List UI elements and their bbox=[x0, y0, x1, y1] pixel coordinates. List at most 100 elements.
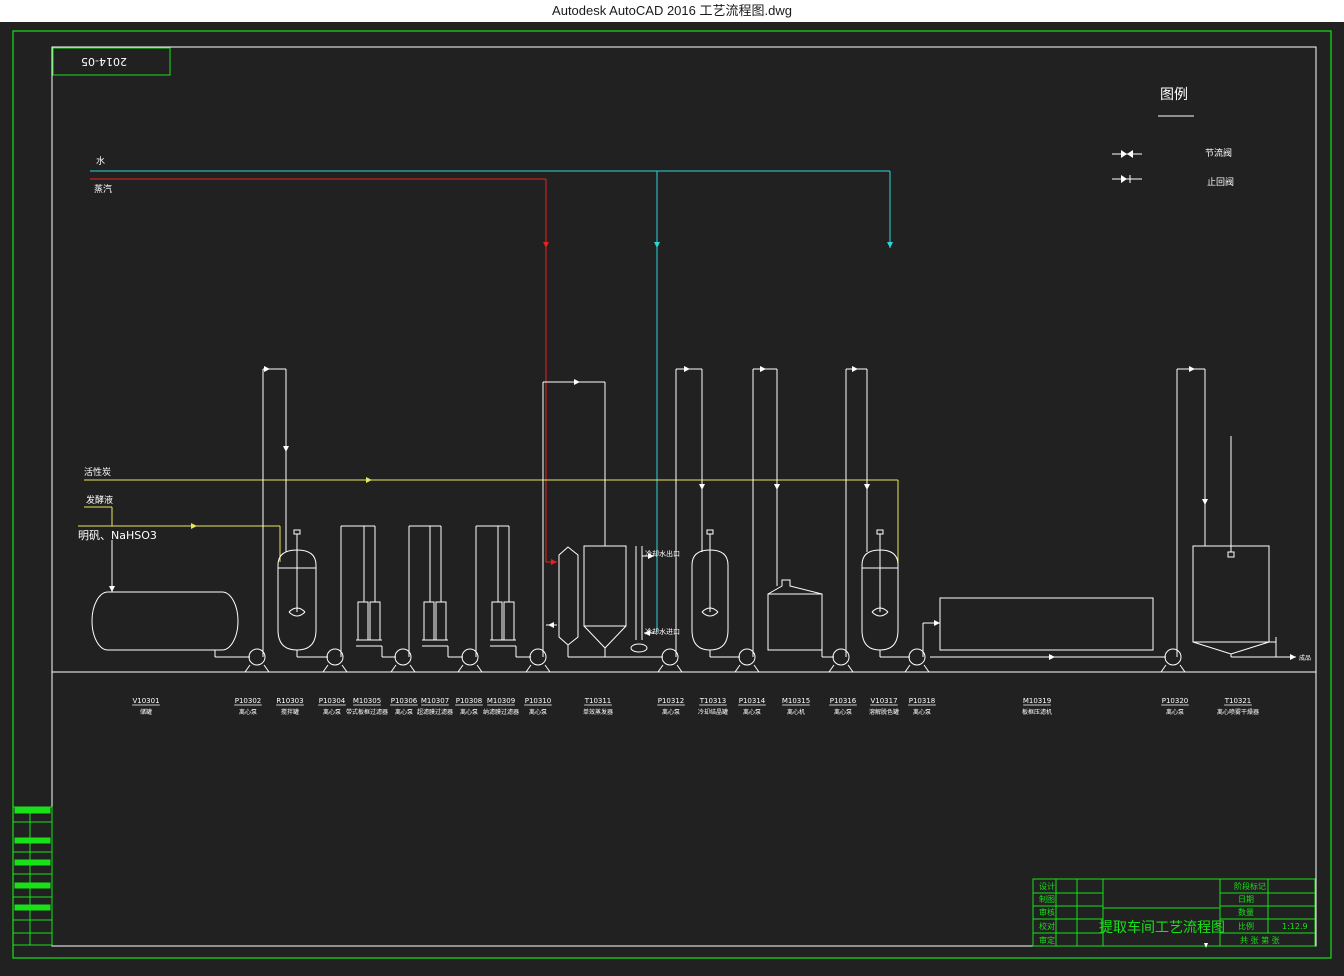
equipment-desc-label: 离心泵 bbox=[662, 708, 680, 716]
spray-dryer-t10321 bbox=[1192, 436, 1296, 660]
equipment-code-label: M10319 bbox=[1023, 697, 1051, 705]
outer-border bbox=[12, 30, 1332, 959]
legend: 图例 节流阀 止回阀 bbox=[1112, 87, 1234, 188]
water-line bbox=[90, 170, 893, 632]
tb-scale-label: 比例 bbox=[1238, 921, 1254, 931]
equipment-desc-label: 离心泵 bbox=[323, 708, 341, 716]
equipment-code-label: P10316 bbox=[830, 697, 857, 705]
filter-m10309 bbox=[490, 601, 531, 658]
equipment-desc-label: 离心泵 bbox=[1166, 708, 1184, 716]
equipment-desc-label: 冷却结晶罐 bbox=[698, 708, 728, 716]
legend-title: 图例 bbox=[1160, 87, 1188, 103]
equipment-code-label: P10310 bbox=[525, 697, 552, 705]
evaporator-t10311 bbox=[546, 545, 663, 658]
equipment-code-label: V10317 bbox=[870, 697, 897, 705]
pump-p10312 bbox=[657, 366, 705, 673]
equipment-desc-label: 离心机 bbox=[787, 708, 805, 716]
stamp-text: 2014-05 bbox=[81, 55, 127, 68]
pump-p10320 bbox=[1160, 366, 1208, 673]
tb-design-label: 设计 bbox=[1039, 881, 1055, 891]
equipment-code-label: M10315 bbox=[782, 697, 810, 705]
equipment-code-label: P10302 bbox=[235, 697, 262, 705]
decolor-tank-v10317 bbox=[861, 529, 910, 658]
date-stamp: 2014-05 bbox=[52, 47, 171, 76]
activated-carbon-label: 活性炭 bbox=[84, 466, 111, 478]
equipment-code-label: P10314 bbox=[739, 697, 766, 705]
pump-p10318 bbox=[904, 620, 940, 673]
equipment-desc-label: 纳滤膜过滤器 bbox=[483, 708, 519, 716]
equipment-desc-label: 板框压滤机 bbox=[1022, 708, 1052, 716]
product-label: 成品 bbox=[1299, 654, 1311, 662]
pump-p10302 bbox=[244, 366, 289, 673]
filter-m10307 bbox=[422, 601, 463, 658]
cooling-in-label: 冷却水进口 bbox=[645, 627, 680, 636]
tb-date-label: 日期 bbox=[1238, 895, 1254, 904]
water-label: 水 bbox=[96, 155, 105, 167]
filter-press-m10319 bbox=[930, 597, 1166, 660]
centrifuge-m10315 bbox=[767, 579, 834, 658]
inner-border bbox=[51, 46, 1317, 947]
equipment-code-label: P10306 bbox=[391, 697, 418, 705]
tb-qty-label: 数量 bbox=[1238, 907, 1254, 917]
equipment-desc-label: 单效蒸发器 bbox=[583, 708, 613, 716]
equipment-desc-label: 离心泵 bbox=[834, 708, 852, 716]
window-title: Autodesk AutoCAD 2016 工艺流程图.dwg bbox=[0, 0, 1344, 22]
equipment-desc-label: 离心泵 bbox=[529, 708, 547, 716]
steam-label: 蒸汽 bbox=[94, 183, 112, 195]
equipment-desc-label: 搅拌罐 bbox=[281, 708, 299, 716]
tb-check-label: 校对 bbox=[1039, 921, 1055, 931]
equipment-code-label: P10308 bbox=[456, 697, 483, 705]
equipment-desc-label: 离心泵 bbox=[913, 708, 931, 716]
equipment-desc-label: 带式板框过滤器 bbox=[346, 708, 388, 716]
tb-draw-label: 制图 bbox=[1039, 894, 1055, 904]
throttle-valve-icon bbox=[1112, 150, 1142, 158]
drawing-title: 提取车间工艺流程图 bbox=[1099, 919, 1225, 936]
equipment-desc-label: 离心泵 bbox=[395, 708, 413, 716]
steam-line bbox=[90, 178, 557, 565]
storage-tank-v10301 bbox=[91, 540, 250, 658]
pump-p10310 bbox=[525, 379, 606, 673]
equipment-code-label: P10304 bbox=[319, 697, 346, 705]
pump-p10306 bbox=[390, 525, 442, 673]
equipment-desc-label: 溶解脱色罐 bbox=[869, 708, 899, 716]
tb-sheet-info: 共 张 第 张 bbox=[1240, 935, 1280, 945]
title-block-text: 设计 制图 审核 校对 审定 阶段标记 日期 数量 比例 1:12.9 共 张 … bbox=[1039, 881, 1308, 945]
tb-review-label: 审核 bbox=[1039, 907, 1055, 917]
equipment-code-label: M10305 bbox=[353, 697, 381, 705]
equipment-code-label: P10318 bbox=[909, 697, 936, 705]
equipment-code-label: V10301 bbox=[132, 697, 159, 705]
drawing-svg: 2014-05 图例 节流阀 止回阀 水 蒸汽 活性炭 发酵液 明矾、NaHSO… bbox=[12, 30, 1332, 959]
fermentation-broth-label: 发酵液 bbox=[86, 494, 113, 506]
crystallizer-t10313 bbox=[691, 529, 740, 658]
pump-p10308 bbox=[457, 525, 510, 673]
equipment-code-label: R10303 bbox=[276, 697, 303, 705]
equipment-desc-label: 储罐 bbox=[140, 708, 152, 716]
drawing-canvas[interactable]: 2014-05 图例 节流阀 止回阀 水 蒸汽 活性炭 发酵液 明矾、NaHSO… bbox=[0, 22, 1344, 972]
equipment-code-label: M10307 bbox=[421, 697, 449, 705]
left-margin-blocks bbox=[12, 806, 53, 946]
cooling-out-label: 冷却水出口 bbox=[645, 549, 680, 558]
equipment-code-label: P10312 bbox=[658, 697, 685, 705]
feed-lines bbox=[78, 477, 899, 565]
equipment-desc-label: 离心喷雾干燥器 bbox=[1217, 708, 1259, 716]
tb-scale-value: 1:12.9 bbox=[1282, 922, 1308, 931]
pump-p10304 bbox=[322, 525, 376, 673]
equipment-desc-label: 离心泵 bbox=[743, 708, 761, 716]
legend-check-label: 止回阀 bbox=[1207, 176, 1234, 188]
equipment-code-label: T10311 bbox=[584, 697, 612, 705]
equipment-desc-label: 离心泵 bbox=[239, 708, 257, 716]
equipment-code-label: P10320 bbox=[1162, 697, 1189, 705]
tb-approve-label: 审定 bbox=[1039, 935, 1055, 945]
equipment-code-label: M10309 bbox=[487, 697, 515, 705]
legend-throttle-label: 节流阀 bbox=[1205, 147, 1232, 159]
alum-nahso3-label: 明矾、NaHSO3 bbox=[78, 529, 157, 542]
pump-p10316 bbox=[828, 366, 870, 673]
check-valve-icon bbox=[1112, 175, 1142, 183]
pump-p10314 bbox=[734, 366, 780, 673]
filter-m10305 bbox=[356, 601, 396, 658]
equipment-desc-label: 离心泵 bbox=[460, 708, 478, 716]
tb-stage-label: 阶段标记 bbox=[1234, 881, 1266, 891]
equipment-desc-label: 超滤膜过滤器 bbox=[417, 708, 453, 716]
equipment-code-label: T10313 bbox=[699, 697, 727, 705]
equipment-labels: V10301 储罐 P10302 离心泵 R10303 搅拌罐 P10304 离心泵 M1030… bbox=[132, 697, 1259, 716]
